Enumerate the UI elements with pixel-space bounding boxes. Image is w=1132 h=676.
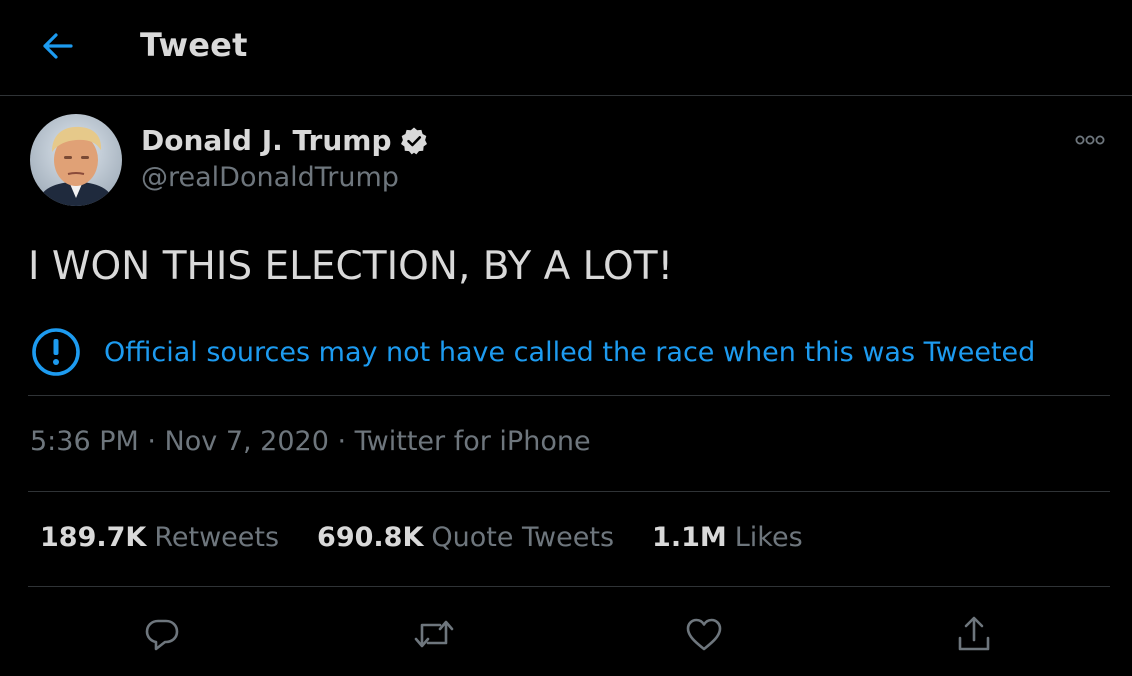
share-button[interactable] bbox=[950, 610, 998, 658]
likes-label: Likes bbox=[734, 522, 803, 553]
back-button[interactable] bbox=[36, 28, 80, 64]
page-title: Tweet bbox=[140, 26, 248, 64]
share-icon bbox=[958, 616, 990, 651]
divider bbox=[28, 586, 1110, 587]
tweet-text: I WON THIS ELECTION, BY A LOT! bbox=[28, 244, 674, 289]
quote-tweets-stat[interactable]: 690.8K Quote Tweets bbox=[317, 522, 614, 553]
retweet-button[interactable] bbox=[410, 610, 458, 658]
reply-button[interactable] bbox=[138, 610, 186, 658]
retweets-count: 189.7K bbox=[40, 522, 147, 553]
back-arrow-icon bbox=[43, 33, 73, 59]
likes-count: 1.1M bbox=[652, 522, 727, 553]
verified-badge-icon bbox=[401, 127, 428, 154]
election-notice-link[interactable]: Official sources may not have called the… bbox=[30, 326, 1035, 378]
meta-separator: · bbox=[138, 426, 165, 457]
quote-tweets-count: 690.8K bbox=[317, 522, 424, 553]
retweets-stat[interactable]: 189.7K Retweets bbox=[40, 522, 279, 553]
author-handle[interactable]: @realDonaldTrump bbox=[141, 162, 399, 193]
author-name-row[interactable]: Donald J. Trump bbox=[141, 124, 429, 157]
tweet-date[interactable]: Nov 7, 2020 bbox=[165, 426, 329, 457]
action-bar bbox=[0, 606, 1132, 662]
more-options-icon bbox=[1075, 135, 1105, 145]
divider bbox=[28, 491, 1110, 492]
tweet-source[interactable]: Twitter for iPhone bbox=[355, 426, 591, 457]
retweet-icon bbox=[414, 620, 454, 648]
more-options-button[interactable] bbox=[1072, 128, 1108, 152]
like-icon bbox=[686, 618, 722, 651]
header-bar: Tweet bbox=[0, 0, 1132, 96]
notice-text: Official sources may not have called the… bbox=[104, 336, 1036, 368]
divider bbox=[28, 395, 1110, 396]
retweets-label: Retweets bbox=[154, 522, 280, 553]
meta-separator: · bbox=[328, 426, 355, 457]
quote-tweets-label: Quote Tweets bbox=[431, 522, 615, 553]
tweet-stats: 189.7K Retweets 690.8K Quote Tweets 1.1M… bbox=[40, 522, 803, 553]
author-display-name: Donald J. Trump bbox=[141, 124, 392, 157]
exclamation-circle-icon bbox=[32, 328, 80, 376]
tweet-time[interactable]: 5:36 PM bbox=[30, 426, 139, 457]
reply-icon bbox=[145, 619, 179, 651]
likes-stat[interactable]: 1.1M Likes bbox=[652, 522, 803, 553]
avatar[interactable] bbox=[30, 114, 122, 206]
like-button[interactable] bbox=[680, 610, 728, 658]
tweet-meta: 5:36 PM · Nov 7, 2020 · Twitter for iPho… bbox=[30, 426, 591, 457]
